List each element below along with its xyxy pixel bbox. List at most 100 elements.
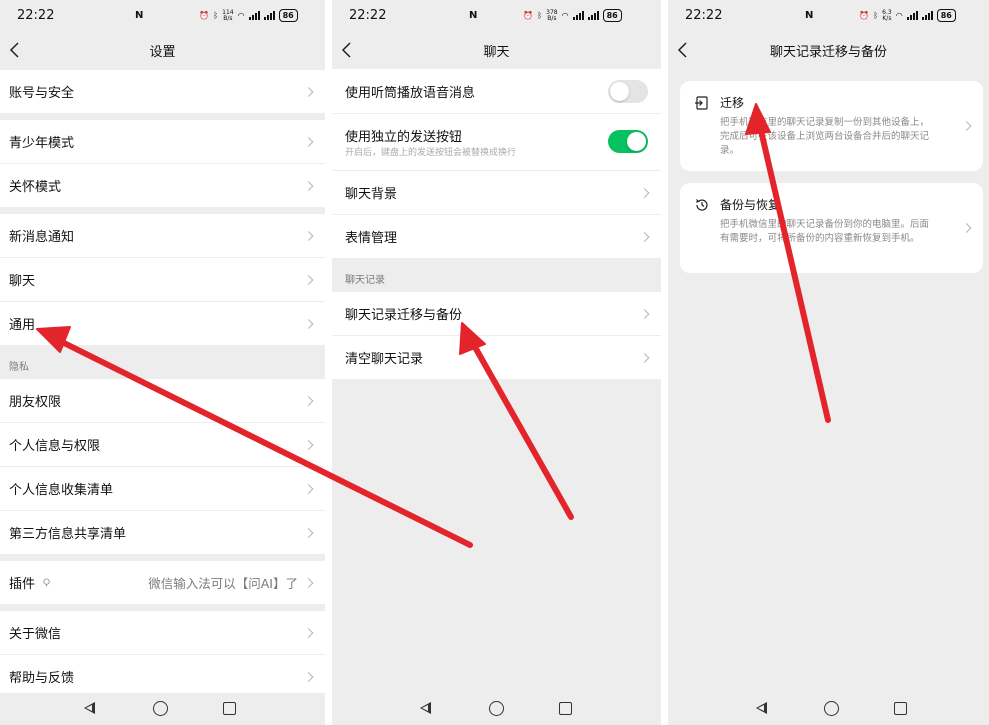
chevron-right-icon [303, 577, 314, 588]
battery-icon: 86 [936, 9, 956, 22]
status-time: 22:22 [17, 8, 55, 23]
settings-item-general[interactable]: 通用 [0, 302, 325, 345]
nav-back-icon[interactable] [84, 702, 95, 714]
card-title: 备份与恢复 [720, 198, 781, 212]
card-description: 把手机微信里的聊天记录备份到你的电脑里。后面有需要时，可将所备份的内容重新恢复到… [720, 219, 930, 244]
item-label: 朋友权限 [9, 395, 62, 410]
status-icons: N ⏰ ᛒ 378 B/s ◠ 86 [469, 9, 622, 22]
item-subtitle: 开启后，键盘上的发送按钮会被替换成换行 [345, 148, 517, 158]
item-label: 个人信息收集清单 [9, 483, 114, 498]
network-speed: 378 B/s [546, 8, 558, 22]
chevron-right-icon [961, 223, 972, 233]
chat-item-background[interactable]: 聊天背景 [332, 171, 661, 214]
backup-restore-card[interactable]: 备份与恢复 把手机微信里的聊天记录备份到你的电脑里。后面有需要时，可将所备份的内… [680, 183, 983, 273]
settings-item-account-security[interactable]: 账号与安全 [0, 70, 325, 113]
nav-back-icon[interactable] [756, 702, 767, 714]
signal-icon [906, 11, 918, 20]
chat-item-migrate-backup[interactable]: 聊天记录迁移与备份 [332, 292, 661, 335]
nfc-icon: N [135, 10, 144, 21]
signal-icon [248, 11, 260, 20]
location-icon [43, 578, 50, 587]
settings-item-care-mode[interactable]: 关怀模式 [0, 164, 325, 207]
signal-icon-2 [263, 11, 275, 20]
item-label: 第三方信息共享清单 [9, 527, 127, 542]
item-label: 通用 [9, 318, 36, 333]
chat-item-send-button[interactable]: 使用独立的发送按钮 开启后，键盘上的发送按钮会被替换成换行 [332, 114, 661, 170]
nav-home-icon[interactable] [824, 701, 839, 716]
title-bar: 聊天记录迁移与备份 [668, 34, 989, 66]
item-label: 表情管理 [345, 231, 398, 246]
wifi-icon: ◠ [561, 11, 569, 20]
transfer-icon [695, 96, 708, 110]
wifi-icon: ◠ [895, 11, 903, 20]
title-bar: 聊天 [332, 34, 661, 66]
nav-recents-icon[interactable] [559, 702, 572, 715]
settings-item-help[interactable]: 帮助与反馈 [0, 655, 325, 698]
wifi-icon: ◠ [237, 11, 245, 20]
settings-item-chat[interactable]: 聊天 [0, 258, 325, 301]
network-speed: 114 B/s [222, 8, 234, 22]
signal-icon [572, 11, 584, 20]
settings-item-info-collection[interactable]: 个人信息收集清单 [0, 467, 325, 510]
battery-icon: 86 [278, 9, 298, 22]
chat-settings-screen: 22:22 N ⏰ ᛒ 378 B/s ◠ 86 聊天 使用听筒播放语音消息 使用… [332, 0, 661, 725]
migrate-backup-screen: 22:22 N ⏰ ᛒ 6.3 K/s ◠ 86 聊天记录迁移与备份 迁移 把手机… [668, 0, 989, 725]
nav-recents-icon[interactable] [223, 702, 236, 715]
plugin-promo-text: 微信输入法可以【问AI】了 [148, 576, 298, 591]
send-button-toggle[interactable] [608, 130, 648, 153]
nfc-icon: N [805, 10, 814, 21]
nav-home-icon[interactable] [489, 701, 504, 716]
signal-icon-2 [921, 11, 933, 20]
chat-item-earpiece[interactable]: 使用听筒播放语音消息 [332, 69, 661, 113]
earpiece-toggle[interactable] [608, 80, 648, 103]
network-speed: 6.3 K/s [882, 8, 892, 22]
bluetooth-icon: ᛒ [873, 11, 879, 20]
bluetooth-icon: ᛒ [537, 11, 543, 20]
nfc-icon: N [469, 10, 478, 21]
nav-bar [668, 693, 989, 725]
title-bar: 设置 [0, 34, 325, 66]
signal-icon-2 [587, 11, 599, 20]
settings-screen: 22:22 N ⏰ ᛒ 114 B/s ◠ 86 设置 账号与安全 青少年模式 关… [0, 0, 325, 725]
nav-recents-icon[interactable] [894, 702, 907, 715]
status-time: 22:22 [685, 8, 723, 23]
settings-item-personal-info[interactable]: 个人信息与权限 [0, 423, 325, 466]
settings-item-notifications[interactable]: 新消息通知 [0, 214, 325, 257]
status-bar: 22:22 N ⏰ ᛒ 6.3 K/s ◠ 86 [668, 0, 989, 32]
page-title: 聊天 [483, 45, 510, 60]
chat-item-clear-history[interactable]: 清空聊天记录 [332, 336, 661, 379]
item-label: 聊天 [9, 274, 36, 289]
item-label: 聊天背景 [345, 187, 398, 202]
settings-item-third-party-sharing[interactable]: 第三方信息共享清单 [0, 511, 325, 554]
item-label: 关于微信 [9, 627, 62, 642]
status-bar: 22:22 N ⏰ ᛒ 378 B/s ◠ 86 [332, 0, 661, 32]
item-label: 帮助与反馈 [9, 671, 75, 686]
nav-back-icon[interactable] [420, 702, 431, 714]
history-icon [696, 199, 708, 211]
item-label: 个人信息与权限 [9, 439, 101, 454]
status-bar: 22:22 N ⏰ ᛒ 114 B/s ◠ 86 [0, 0, 325, 32]
status-icons: N ⏰ ᛒ 6.3 K/s ◠ 86 [805, 9, 956, 22]
battery-icon: 86 [602, 9, 622, 22]
settings-item-about[interactable]: 关于微信 [0, 611, 325, 654]
settings-item-plugins[interactable]: 插件 微信输入法可以【问AI】了 [0, 561, 325, 604]
toggle-knob [627, 132, 646, 151]
item-label: 新消息通知 [9, 230, 75, 245]
page-title: 设置 [149, 45, 176, 60]
page-title: 聊天记录迁移与备份 [769, 45, 887, 60]
nav-bar [332, 693, 661, 725]
chat-item-stickers[interactable]: 表情管理 [332, 215, 661, 258]
alarm-icon: ⏰ [199, 11, 210, 20]
migrate-card[interactable]: 迁移 把手机微信里的聊天记录复制一份到其他设备上，完成后可在该设备上浏览两台设备… [680, 81, 983, 171]
settings-item-teen-mode[interactable]: 青少年模式 [0, 120, 325, 163]
settings-item-friend-permissions[interactable]: 朋友权限 [0, 379, 325, 422]
item-label: 插件 [9, 577, 36, 592]
item-label: 关怀模式 [9, 180, 62, 195]
alarm-icon: ⏰ [523, 11, 534, 20]
nav-bar [0, 693, 325, 725]
card-title: 迁移 [720, 96, 745, 110]
section-header-privacy: 隐私 [9, 362, 29, 373]
item-label: 清空聊天记录 [345, 352, 424, 367]
nav-home-icon[interactable] [153, 701, 168, 716]
card-description: 把手机微信里的聊天记录复制一份到其他设备上，完成后可在该设备上浏览两台设备合并后… [720, 117, 930, 156]
